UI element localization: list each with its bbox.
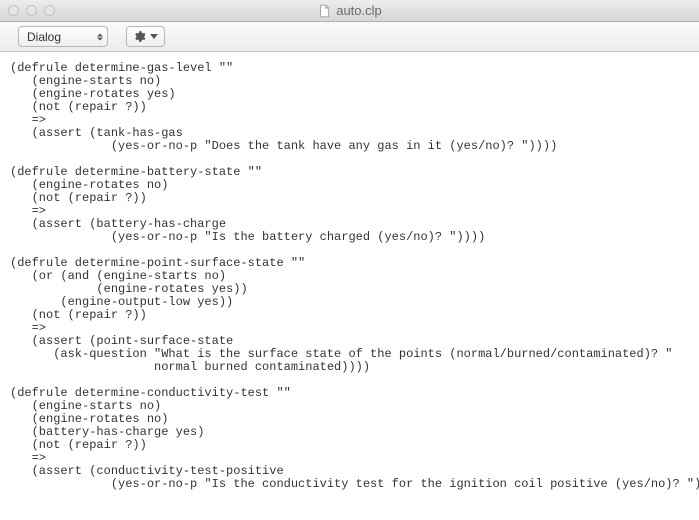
zoom-button[interactable] (44, 5, 55, 16)
titlebar: auto.clp (0, 0, 699, 22)
chevron-down-icon (150, 34, 158, 39)
title-wrap: auto.clp (0, 3, 699, 18)
toolbar: Dialog (0, 22, 699, 52)
close-button[interactable] (8, 5, 19, 16)
minimize-button[interactable] (26, 5, 37, 16)
settings-menu-button[interactable] (126, 26, 165, 47)
file-icon (317, 4, 331, 18)
traffic-lights (0, 5, 55, 16)
editor-area[interactable]: (defrule determine-gas-level "" (engine-… (0, 52, 699, 520)
code-content: (defrule determine-gas-level "" (engine-… (10, 62, 689, 491)
updown-arrows-icon (97, 33, 103, 40)
window-title: auto.clp (336, 3, 382, 18)
window: auto.clp Dialog (defrule determine-gas-l… (0, 0, 699, 520)
gear-icon (133, 30, 146, 43)
language-select-value: Dialog (27, 30, 61, 44)
language-select[interactable]: Dialog (18, 26, 108, 47)
